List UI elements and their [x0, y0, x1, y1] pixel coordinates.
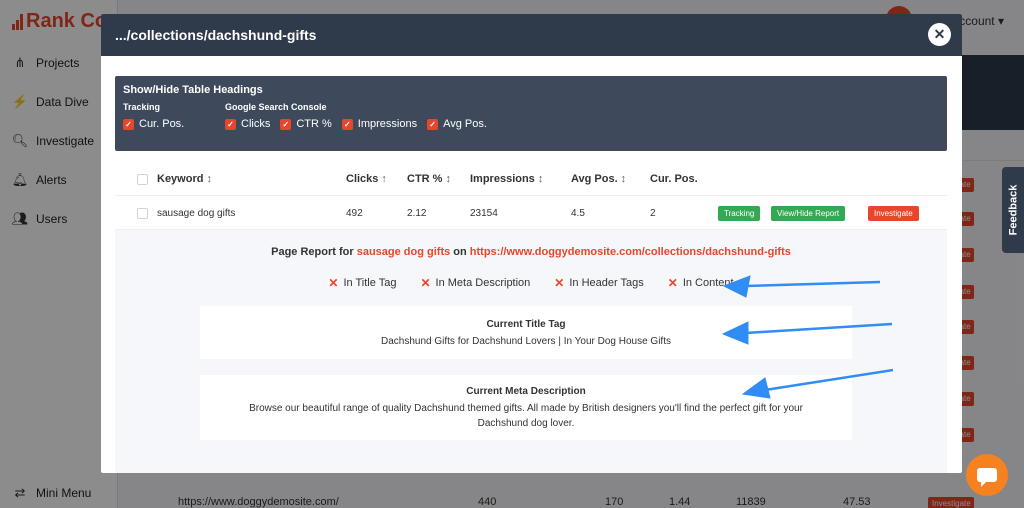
tracking-button[interactable]: Tracking — [718, 205, 761, 221]
keywords-table: Keyword ↕ Clicks ↑ CTR % ↕ Impressions ↕ Avg… — [115, 162, 947, 230]
title-tag-card: Current Title Tag Dachshund Gifts for Da… — [200, 306, 852, 359]
checkbox-clicks[interactable]: ✓ Clicks — [225, 118, 270, 130]
column-label: Clicks — [346, 173, 379, 185]
select-all-checkbox[interactable] — [137, 162, 148, 196]
feedback-label: Feedback — [1007, 184, 1019, 236]
feedback-tab[interactable]: Feedback — [1002, 167, 1024, 253]
cross-icon: ✕ — [420, 276, 431, 290]
meta-value: Browse our beautiful range of quality Da… — [249, 403, 803, 429]
check-icon: ✓ — [280, 118, 292, 130]
check-icon: ✓ — [123, 118, 134, 130]
sort-icon: ↕ — [206, 173, 212, 185]
checkbox-impressions[interactable]: ✓ Impressions — [341, 118, 418, 130]
checkbox-cur-pos[interactable]: ✓ Cur. Pos. — [123, 118, 184, 130]
sort-icon: ↕ — [537, 173, 544, 185]
report-flags: ✕ In Title Tag ✕ In Meta Description ✕ In H… — [115, 276, 947, 290]
report-url-link[interactable]: https://www.doggydemosite.com/collection… — [470, 246, 791, 258]
cell-cur-pos: 2 — [650, 207, 656, 219]
cell-clicks: 492 — [346, 207, 363, 219]
check-icon: ✓ — [225, 118, 236, 130]
close-button[interactable]: ✕ — [928, 23, 951, 46]
title-tag-heading: Current Title Tag — [486, 319, 566, 330]
check-icon: ✓ — [341, 118, 353, 130]
report-keyword: sausage dog gifts — [356, 246, 451, 258]
cross-icon: ✕ — [328, 276, 339, 290]
flag-header-tags: ✕ In Header Tags — [554, 276, 643, 290]
title-tag-value: Dachshund Gifts for Dachshund Lovers | I… — [381, 336, 671, 347]
checkbox-label: Clicks — [241, 118, 271, 130]
flag-meta-description: ✕ In Meta Description — [420, 276, 530, 290]
view-hide-report-button[interactable]: View/Hide Report — [771, 205, 846, 221]
cross-icon: ✕ — [554, 276, 565, 290]
column-avg-pos[interactable]: Avg Pos. ↕ — [571, 162, 626, 196]
table-headings-panel: Show/Hide Table Headings Tracking ✓ Cur. … — [115, 76, 947, 151]
flag-label: In Meta Description — [435, 277, 531, 289]
gsc-label: Google Search Console — [225, 102, 327, 112]
column-ctr[interactable]: CTR % ↕ — [407, 162, 451, 196]
close-icon: ✕ — [933, 26, 946, 42]
meta-heading: Current Meta Description — [466, 386, 586, 397]
checkbox-label: CTR % — [296, 118, 332, 130]
cell-keyword: sausage dog gifts — [157, 207, 236, 219]
page-report-panel: Page Report for sausage dog gifts on htt… — [115, 230, 947, 473]
cell-impressions: 23154 — [470, 207, 498, 219]
column-cur-pos[interactable]: Cur. Pos. — [650, 162, 698, 196]
flag-title-tag: ✕ In Title Tag — [328, 276, 396, 290]
sort-up-icon: ↑ — [381, 173, 387, 185]
report-prefix: Page Report for — [271, 246, 357, 258]
check-icon: ✓ — [427, 118, 439, 130]
cell-ctr: 2.12 — [407, 207, 427, 219]
column-label: CTR % — [407, 173, 443, 185]
gsc-group: Google Search Console ✓ Clicks ✓ CTR % ✓ Im… — [225, 102, 487, 130]
column-impressions[interactable]: Impressions ↕ — [470, 162, 543, 196]
meta-description-card: Current Meta Description Browse our beau… — [200, 375, 852, 440]
investigate-button[interactable]: Investigate — [868, 205, 919, 221]
column-label: Impressions — [470, 173, 535, 185]
sort-icon: ↕ — [445, 173, 451, 185]
modal-title: .../collections/dachshund-gifts — [115, 27, 317, 43]
chat-icon — [977, 468, 997, 487]
checkbox-label: Avg Pos. — [443, 118, 487, 130]
flag-label: In Header Tags — [569, 277, 644, 289]
column-label: Cur. Pos. — [650, 173, 698, 185]
chat-button[interactable] — [966, 454, 1008, 496]
checkbox-ctr[interactable]: ✓ CTR % — [280, 118, 332, 130]
column-clicks[interactable]: Clicks ↑ — [346, 162, 387, 196]
column-label: Keyword — [157, 173, 204, 185]
report-heading: Page Report for sausage dog gifts on htt… — [115, 246, 947, 258]
flag-content: ✕ In Content — [668, 276, 734, 290]
table-header-row: Keyword ↕ Clicks ↑ CTR % ↕ Impressions ↕ Avg… — [115, 162, 947, 196]
flag-label: In Title Tag — [343, 277, 397, 289]
checkbox-avg-pos[interactable]: ✓ Avg Pos. — [427, 118, 487, 130]
table-row: sausage dog gifts 492 2.12 23154 4.5 2 T… — [115, 196, 947, 230]
tracking-label: Tracking — [123, 102, 161, 112]
report-on: on — [450, 246, 470, 258]
cross-icon: ✕ — [667, 276, 678, 290]
checkbox-label: Impressions — [357, 118, 418, 130]
flag-label: In Content — [682, 277, 734, 289]
sort-icon: ↕ — [620, 173, 627, 185]
column-keyword[interactable]: Keyword ↕ — [157, 162, 212, 196]
cell-avg-pos: 4.5 — [571, 207, 585, 219]
headings-title: Show/Hide Table Headings — [123, 84, 263, 96]
column-label: Avg Pos. — [571, 173, 618, 185]
checkbox-label: Cur. Pos. — [139, 118, 185, 130]
page-report-modal: .../collections/dachshund-gifts ✕ Show/H… — [101, 14, 962, 473]
tracking-group: Tracking ✓ Cur. Pos. — [123, 102, 225, 130]
row-checkbox[interactable] — [137, 196, 148, 230]
modal-header: .../collections/dachshund-gifts — [101, 14, 962, 56]
